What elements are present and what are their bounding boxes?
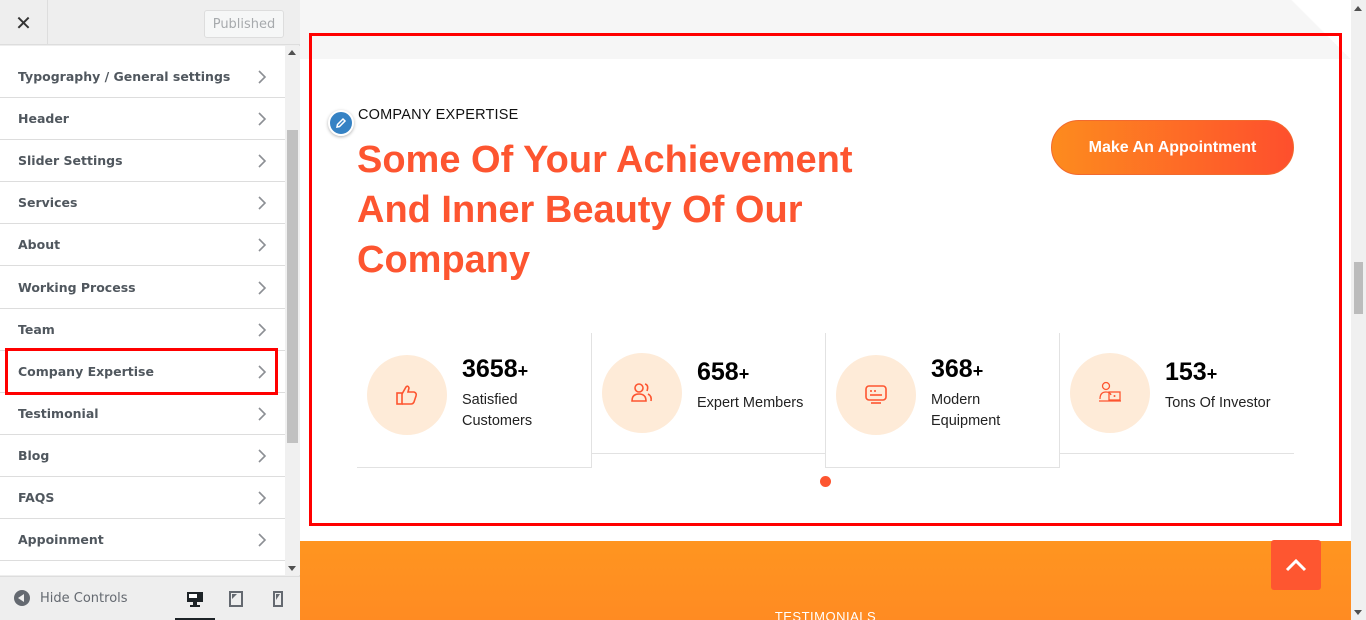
scroll-to-top-button[interactable] [1271,540,1321,590]
stat-icon-circle [602,353,682,433]
sidebar-item-label: Services [18,195,78,210]
sidebar-item-label: Team [18,322,55,337]
decorative-shape [1291,0,1351,59]
chevron-right-icon [258,533,267,547]
sidebar-item-label: Appoinment [18,532,104,547]
customizer-sidebar: ✕ Published Typography / General setting… [0,0,300,620]
stat-number: 368+ [931,355,984,383]
scrollbar-thumb[interactable] [287,130,298,443]
sidebar-item-testimonial[interactable]: Testimonial [0,393,285,435]
sidebar-item-team[interactable]: Team [0,309,285,351]
chevron-up-icon [1285,558,1307,572]
sidebar-item-working-process[interactable]: Working Process [0,267,285,309]
site-preview: COMPANY EXPERTISE Some Of Your Achieveme… [300,0,1351,620]
testimonials-title: TESTIMONIALS [774,609,877,620]
publish-button[interactable]: Published [204,10,284,38]
sidebar-item-label: About [18,237,61,252]
stat-label: Expert Members [697,395,804,411]
investor-icon [1099,381,1121,402]
sidebar-item-faqs[interactable]: FAQS [0,477,285,519]
stat-card: 368+ Modern Equipment [825,333,1060,468]
edit-shortcut-button[interactable] [328,110,354,136]
section-headline: Some Of Your Achievement And Inner Beaut… [357,139,853,281]
scroll-up-arrow-icon[interactable] [1354,6,1362,11]
previous-section-band [300,0,1351,59]
stat-label: Satisfied Customers [462,392,533,429]
chevron-right-icon [258,70,267,84]
tablet-icon [229,591,243,607]
sidebar-item-blog[interactable]: Blog [0,435,285,477]
customizer-header: ✕ Published [0,0,300,45]
scroll-up-arrow-icon[interactable] [288,50,296,55]
make-appointment-button[interactable]: Make An Appointment [1051,120,1294,175]
customizer-footer: Hide Controls [0,576,300,620]
device-tablet-button[interactable] [216,577,256,620]
stat-icon-circle [836,355,916,435]
chevron-right-icon [258,196,267,210]
chevron-right-icon [258,365,267,379]
chevron-right-icon [258,281,267,295]
section-eyebrow: COMPANY EXPERTISE [358,107,519,123]
hide-controls-button[interactable]: Hide Controls [14,590,128,606]
device-mobile-button[interactable] [258,577,298,620]
sidebar-item-label: Header [18,111,69,126]
mobile-icon [273,591,283,607]
sidebar-scrollbar[interactable] [285,46,300,575]
chevron-right-icon [258,112,267,126]
sidebar-item-company-expertise[interactable]: Company Expertise [0,351,285,393]
stat-card: 153+ Tons Of Investor [1059,333,1294,454]
sidebar-item-typography[interactable]: Typography / General settings [0,56,285,98]
sidebar-item-about[interactable]: About [0,224,285,266]
hide-controls-label: Hide Controls [40,590,128,606]
stat-icon-circle [367,355,447,435]
sidebar-item-slider-settings[interactable]: Slider Settings [0,140,285,182]
stat-card: 658+ Expert Members [591,333,826,454]
sidebar-item-label: Testimonial [18,406,99,421]
pencil-icon [336,117,347,128]
sidebar-item-header[interactable]: Header [0,98,285,140]
stat-card: 3658+ Satisfied Customers [357,333,592,468]
sidebar-item-label: Company Expertise [18,364,154,379]
users-icon [631,383,652,402]
sidebar-item-services[interactable]: Services [0,182,285,224]
scroll-down-arrow-icon[interactable] [288,566,296,571]
stat-number: 658+ [697,358,750,386]
chevron-right-icon [258,449,267,463]
sidebar-item-label: Blog [18,448,50,463]
stat-number: 3658+ [462,355,529,383]
carousel-dot-active[interactable] [820,476,831,487]
sidebar-item-label: Working Process [18,280,136,295]
chevron-right-icon [258,491,267,505]
device-desktop-button[interactable] [175,577,215,620]
stat-label: Tons Of Investor [1165,395,1271,411]
monitor-icon [865,385,887,404]
scroll-down-arrow-icon[interactable] [1354,610,1362,615]
desktop-icon [187,592,203,607]
sidebar-item-label: FAQS [18,490,55,505]
panel-list: Typography / General settings Header Sli… [0,46,285,575]
chevron-right-icon [258,323,267,337]
testimonials-section: TESTIMONIALS [300,541,1351,620]
sidebar-item-label: Typography / General settings [18,69,231,84]
close-customizer-button[interactable]: ✕ [0,0,48,45]
chevron-right-icon [258,407,267,421]
stat-number: 153+ [1165,358,1218,386]
chevron-right-icon [258,238,267,252]
sidebar-item-appoinment[interactable]: Appoinment [0,519,285,561]
scrollbar-thumb[interactable] [1354,262,1363,314]
sidebar-item-label: Slider Settings [18,153,123,168]
chevron-right-icon [258,154,267,168]
stat-icon-circle [1070,353,1150,433]
preview-scrollbar[interactable] [1351,0,1366,620]
thumbs-up-icon [396,385,418,405]
stat-label: Modern Equipment [931,392,1001,429]
collapse-arrow-icon [14,590,30,606]
